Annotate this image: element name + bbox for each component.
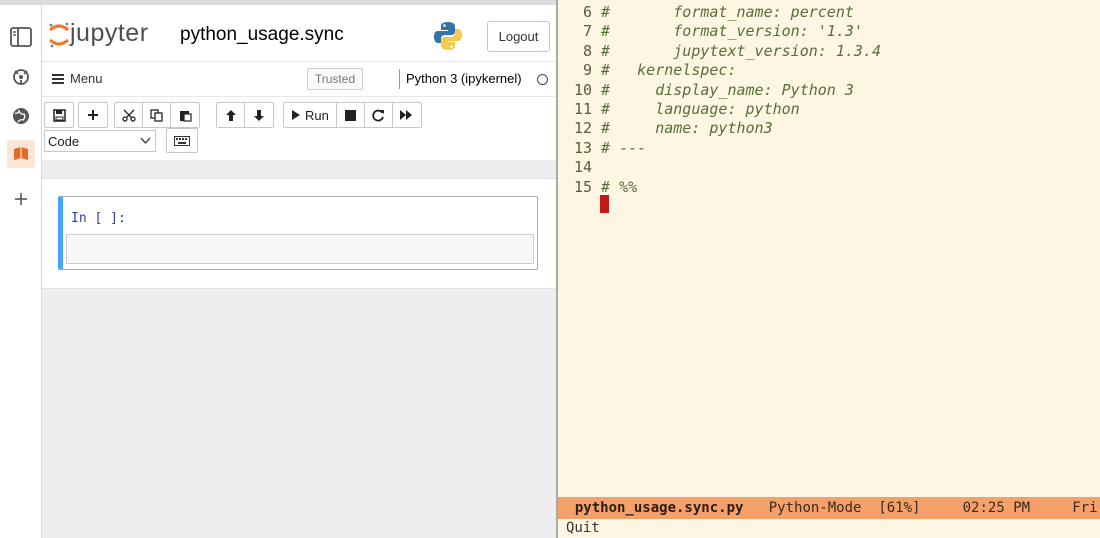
menu-label: Menu xyxy=(70,71,103,86)
text-cursor xyxy=(600,195,609,213)
edit-group xyxy=(114,102,200,128)
fast-forward-icon xyxy=(400,110,413,120)
python-logo-icon xyxy=(432,20,464,57)
command-palette-button[interactable] xyxy=(166,128,198,153)
run-icon xyxy=(292,110,300,120)
plus-icon xyxy=(88,110,98,120)
restart-run-all-button[interactable] xyxy=(393,103,421,127)
menu-button[interactable]: Menu xyxy=(52,71,103,86)
code-line: 6 # format_name: percent xyxy=(558,3,1100,22)
move-group xyxy=(216,102,274,128)
restart-button[interactable] xyxy=(365,103,393,127)
line-number: 9 xyxy=(582,61,592,80)
line-text: # %% xyxy=(601,177,638,196)
mode-line: python_usage.sync.py Python-Mode [61%] 0… xyxy=(558,497,1100,519)
line-number: 15 xyxy=(573,177,592,196)
move-up-button[interactable] xyxy=(217,103,245,127)
cell-prompt: In [ ]: xyxy=(71,211,126,226)
run-button[interactable]: Run xyxy=(284,103,337,127)
globe-icon[interactable] xyxy=(7,102,35,130)
menu-bar: Menu Trusted Python 3 (ipykernel) xyxy=(42,61,556,97)
stop-button[interactable] xyxy=(337,103,365,127)
mode-line-time: 02:25 PM xyxy=(962,500,1031,516)
arrow-up-icon xyxy=(225,109,236,121)
copy-icon xyxy=(150,108,163,122)
line-number: 6 xyxy=(582,3,592,21)
hamburger-icon xyxy=(52,73,64,84)
jupyter-window: jupyter python_usage.sync Logout Menu Tr… xyxy=(0,0,556,538)
add-extension-plus-icon[interactable] xyxy=(7,185,35,213)
jupyter-logo-icon xyxy=(48,22,70,53)
line-number: 14 xyxy=(573,158,592,177)
restart-icon xyxy=(372,109,384,121)
mode-line-file: python_usage.sync.py xyxy=(574,500,744,516)
notebook-area: In [ ]: xyxy=(42,160,556,538)
insert-group xyxy=(78,102,108,128)
line-number: 13 xyxy=(573,138,592,157)
mode-line-day: Fri, xyxy=(1072,500,1100,516)
notebook-page: In [ ]: xyxy=(42,178,556,289)
cut-icon xyxy=(121,109,136,122)
kernel-separator xyxy=(399,69,400,89)
line-text: # kernelspec: xyxy=(601,61,737,80)
line-text: # --- xyxy=(601,138,647,157)
cell-type-value: Code xyxy=(48,133,80,149)
code-line: 9 # kernelspec: xyxy=(558,61,1100,80)
move-down-button[interactable] xyxy=(245,103,273,127)
mode-line-position: [61%] xyxy=(878,500,921,516)
stop-icon xyxy=(344,109,356,121)
code-line: 8 # jupytext_version: 1.3.4 xyxy=(558,42,1100,61)
jupyter-logo-text: jupyter xyxy=(70,19,149,47)
code-line: 13 # --- xyxy=(558,139,1100,158)
code-cell[interactable]: In [ ]: xyxy=(58,196,538,270)
kernel-status-icon xyxy=(537,74,548,85)
code-buffer[interactable]: 6 # format_name: percent 7 # format_vers… xyxy=(558,3,1100,197)
kernel-name[interactable]: Python 3 (ipykernel) xyxy=(406,71,522,86)
run-group: Run xyxy=(283,102,422,128)
line-text: # format_name: percent xyxy=(601,3,854,21)
line-number: 12 xyxy=(573,119,592,138)
code-line: 10 # display_name: Python 3 xyxy=(558,81,1100,100)
insert-cell-button[interactable] xyxy=(79,103,107,127)
save-group xyxy=(44,102,74,128)
line-text: # language: python xyxy=(601,99,800,118)
notebook-toolbar: Run Code xyxy=(42,97,556,160)
trusted-indicator[interactable]: Trusted xyxy=(307,68,363,90)
copy-button[interactable] xyxy=(143,103,171,127)
notebook-header: jupyter python_usage.sync Logout xyxy=(42,5,556,61)
code-line: 12 # name: python3 xyxy=(558,119,1100,138)
code-line: 11 # language: python xyxy=(558,100,1100,119)
cell-input-editor[interactable] xyxy=(66,234,534,264)
line-number: 10 xyxy=(573,80,592,99)
mode-line-mode: Python-Mode xyxy=(768,500,862,516)
chevron-down-icon xyxy=(140,137,151,145)
cell-type-select[interactable]: Code xyxy=(44,130,156,152)
cut-button[interactable] xyxy=(115,103,143,127)
keyboard-icon xyxy=(174,135,190,146)
left-activity-bar xyxy=(0,5,42,538)
code-line: 14 xyxy=(558,158,1100,177)
paste-button[interactable] xyxy=(171,103,199,127)
logout-button[interactable]: Logout xyxy=(487,21,550,52)
line-number: 8 xyxy=(582,41,592,60)
line-number: 7 xyxy=(582,22,592,41)
run-label: Run xyxy=(305,107,329,123)
line-number: 11 xyxy=(573,99,592,118)
code-line: 7 # format_version: '1.3' xyxy=(558,22,1100,41)
git-icon[interactable] xyxy=(7,63,35,91)
code-line: 15 # %% xyxy=(558,178,1100,197)
paste-icon xyxy=(179,110,192,122)
minibuffer[interactable]: Quit xyxy=(566,519,600,537)
line-text: # jupytext_version: 1.3.4 xyxy=(601,41,881,60)
arrow-down-icon xyxy=(254,109,264,121)
line-text: # display_name: Python 3 xyxy=(601,80,854,99)
emacs-window: 6 # format_name: percent 7 # format_vers… xyxy=(558,0,1100,538)
notebook-title[interactable]: python_usage.sync xyxy=(180,24,344,46)
line-text: # name: python3 xyxy=(601,119,773,138)
save-icon xyxy=(52,108,66,122)
book-icon[interactable] xyxy=(7,140,35,168)
line-text: # format_version: '1.3' xyxy=(601,22,863,41)
save-button[interactable] xyxy=(45,103,73,127)
file-browser-icon[interactable] xyxy=(7,23,35,51)
